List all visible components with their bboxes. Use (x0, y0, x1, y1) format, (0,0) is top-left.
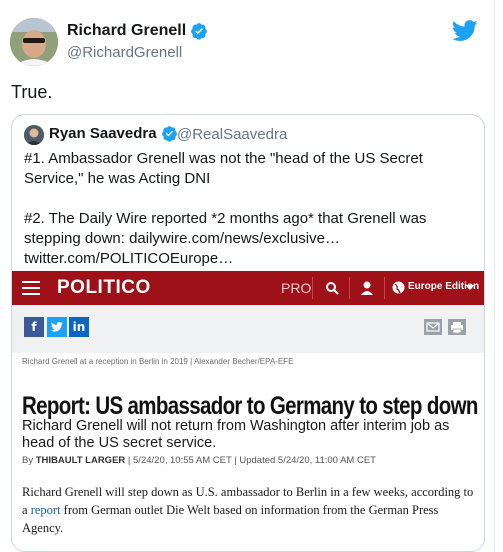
article-byline: By THIBAULT LARGER | 5/24/20, 10:55 AM C… (22, 455, 376, 466)
tweet-text: True. (11, 82, 53, 102)
body-part2: from German outlet Die Welt based on inf… (22, 503, 439, 535)
divider (349, 277, 350, 299)
quoted-author-avatar[interactable] (24, 125, 44, 145)
facebook-share-button[interactable]: f (24, 317, 44, 337)
byline-dates: | 5/24/20, 10:55 AM CET | Updated 5/24/2… (125, 455, 376, 466)
quoted-tweet[interactable]: Ryan Saavedra @RealSaavedra #1. Ambassad… (11, 114, 485, 552)
divider (312, 277, 313, 299)
quoted-author-name[interactable]: Ryan Saavedra (49, 125, 178, 142)
article-subhead: Richard Grenell will not return from Was… (22, 418, 450, 451)
photo-caption: Richard Grenell at a reception in Berlin… (22, 357, 294, 366)
byline-author[interactable]: THIBAULT LARGER (36, 455, 126, 466)
user-icon[interactable] (360, 280, 374, 296)
mail-icon[interactable] (424, 319, 442, 335)
globe-icon (392, 281, 405, 294)
verified-badge-icon (190, 22, 208, 40)
twitter-bird-icon[interactable] (451, 20, 478, 42)
author-avatar[interactable] (10, 18, 58, 66)
article-headline[interactable]: Report: US ambassador to Germany to step… (22, 393, 478, 419)
byline-prefix: By (22, 455, 36, 466)
verified-badge-icon (161, 125, 178, 142)
report-link[interactable]: report (31, 503, 61, 517)
search-icon[interactable] (325, 281, 339, 295)
author-handle[interactable]: @RichardGrenell (67, 44, 182, 61)
politico-header-bar: POLITICO PRO Europe Edition (12, 271, 484, 305)
quoted-author-name-text[interactable]: Ryan Saavedra (49, 125, 157, 142)
quoted-tweet-text: #1. Ambassador Grenell was not the "head… (24, 149, 474, 269)
share-row: f in (12, 305, 484, 353)
author-name-text[interactable]: Richard Grenell (67, 22, 186, 40)
print-icon[interactable] (448, 319, 466, 335)
quoted-text-line1: #1. Ambassador Grenell was not the "head… (24, 150, 423, 187)
menu-icon[interactable] (22, 281, 40, 295)
pro-link[interactable]: PRO (281, 280, 311, 296)
linkedin-share-button[interactable]: in (69, 317, 89, 337)
article-body: Richard Grenell will step down as U.S. a… (22, 483, 480, 537)
politico-logo[interactable]: POLITICO (57, 277, 151, 299)
tweet-card: Richard Grenell @RichardGrenell True. Ry… (0, 0, 495, 552)
author-name[interactable]: Richard Grenell (67, 22, 208, 40)
chevron-down-icon[interactable] (466, 285, 474, 290)
divider (384, 277, 385, 299)
quoted-text-line2[interactable]: #2. The Daily Wire reported *2 months ag… (24, 209, 474, 269)
quoted-author-handle[interactable]: @RealSaavedra (177, 126, 287, 143)
article-screenshot[interactable]: POLITICO PRO Europe Edition f in Richard… (12, 271, 484, 551)
twitter-share-button[interactable] (47, 317, 67, 337)
